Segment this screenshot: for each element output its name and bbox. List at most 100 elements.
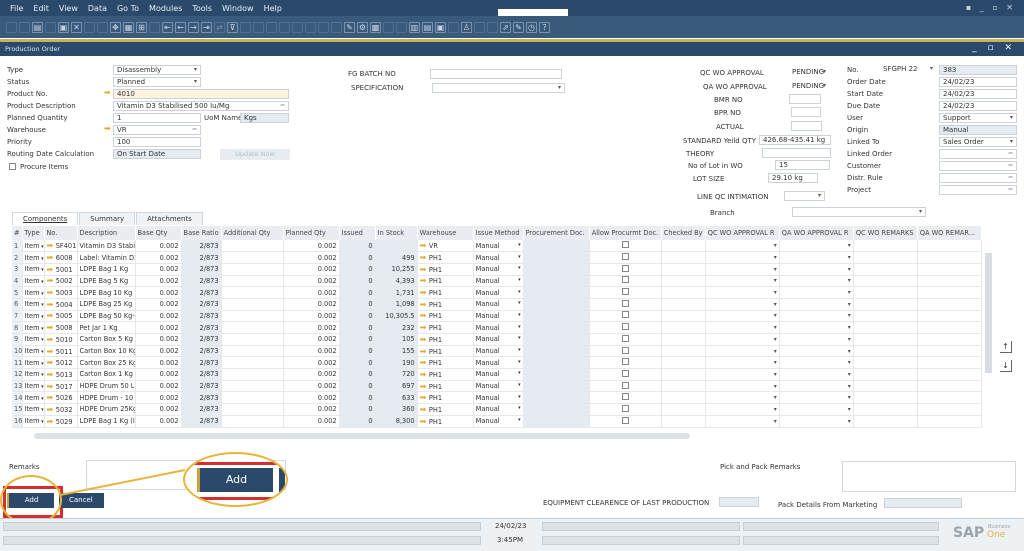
qc-remarks-cell[interactable]: [853, 310, 918, 323]
journal-icon[interactable]: [279, 21, 290, 33]
in-stock-cell[interactable]: 697: [375, 380, 418, 393]
user-select[interactable]: Support: [939, 113, 1017, 123]
linked-to-select[interactable]: Sales Order: [939, 137, 1017, 147]
qc-remarks-cell[interactable]: [853, 286, 918, 299]
allow-procurement-cell[interactable]: [589, 415, 662, 428]
in-stock-cell[interactable]: [375, 240, 418, 253]
description-cell[interactable]: Pet Jar 1 Kg: [77, 321, 136, 334]
type-cell[interactable]: Item ▾: [22, 380, 45, 393]
table-row[interactable]: 10 Item ▾ ➡ 5011 Carton Box 10 Kg 0.002 2/873…: [12, 345, 983, 358]
planned-qty-cell[interactable]: 0.002: [283, 368, 340, 381]
link-arrow-icon[interactable]: ➡: [104, 88, 111, 97]
qa-approval-cell[interactable]: ▾: [779, 333, 854, 346]
additional-qty-cell[interactable]: [221, 240, 284, 253]
line-qc-select[interactable]: [784, 191, 825, 201]
in-stock-cell[interactable]: 105: [375, 333, 418, 346]
additional-qty-cell[interactable]: [221, 310, 284, 323]
chevron-down-icon[interactable]: ▾: [518, 254, 521, 260]
linked-order-input[interactable]: [939, 149, 1017, 159]
type-cell[interactable]: Item ▾: [22, 321, 45, 334]
std-yield-input[interactable]: 426.68-435.41 kg: [759, 135, 831, 145]
query-icon[interactable]: ▣: [435, 21, 446, 33]
description-cell[interactable]: LDPE Bag 25 Kg: [77, 298, 136, 311]
additional-qty-cell[interactable]: [221, 321, 284, 334]
column-header[interactable]: In Stock: [375, 226, 418, 240]
chevron-down-icon[interactable]: ▾: [848, 359, 851, 366]
issued-cell[interactable]: 0: [339, 345, 376, 358]
additional-qty-cell[interactable]: [221, 286, 284, 299]
calendar-icon[interactable]: ▥: [409, 21, 420, 33]
chevron-down-icon[interactable]: ▾: [774, 383, 777, 390]
table-row[interactable]: 7 Item ▾ ➡ 5005 LDPE Bag 50 Kg- 0.002 2/873 0.…: [12, 310, 983, 323]
in-stock-cell[interactable]: 10,305.5: [375, 310, 418, 323]
start-date-input[interactable]: 24/02/23: [939, 89, 1017, 99]
base-ratio-cell[interactable]: 2/873: [181, 333, 222, 346]
qc-remarks-cell[interactable]: [853, 368, 918, 381]
checkbox[interactable]: [621, 299, 629, 307]
planned-qty-cell[interactable]: 0.002: [283, 298, 340, 311]
chevron-down-icon[interactable]: ▾: [774, 266, 777, 273]
qa-remarks-cell[interactable]: [917, 380, 983, 393]
chevron-down-icon[interactable]: ▾: [848, 406, 851, 413]
item-no-cell[interactable]: ➡ 5029: [44, 415, 78, 428]
sort-icon[interactable]: [240, 21, 251, 33]
checkbox[interactable]: [621, 369, 629, 377]
procurement-doc-cell[interactable]: [523, 286, 590, 299]
chevron-down-icon[interactable]: ▾: [774, 312, 777, 319]
filter-icon[interactable]: ⊽: [227, 21, 238, 33]
menu-view[interactable]: View: [59, 4, 78, 13]
description-cell[interactable]: LDPE Bag 10 Kg: [77, 286, 136, 299]
issued-cell[interactable]: 0: [339, 263, 376, 276]
qa-remarks-cell[interactable]: [917, 275, 983, 288]
procurement-doc-cell[interactable]: [523, 415, 590, 428]
table-row[interactable]: 12 Item ▾ ➡ 5013 Carton Box 1 Kg 0.002 2/873 0…: [12, 368, 983, 381]
description-cell[interactable]: HDPE Drum - 10: [77, 391, 136, 405]
issue-method-cell[interactable]: Manual ▾: [473, 321, 524, 334]
qa-approval-cell[interactable]: ▾: [779, 298, 854, 311]
planned-qty-input[interactable]: 1: [113, 113, 201, 123]
chevron-down-icon[interactable]: ▾: [774, 277, 777, 284]
word-icon[interactable]: [84, 21, 95, 33]
description-cell[interactable]: LDPE Bag 1 Kg: [77, 263, 136, 276]
qa-approval-cell[interactable]: ▾: [779, 403, 854, 416]
description-cell[interactable]: Carton Box 1 Kg: [77, 368, 136, 381]
description-cell[interactable]: Carton Box 5 Kg: [77, 333, 136, 346]
link-arrow-icon[interactable]: ➡: [420, 382, 429, 391]
allow-procurement-cell[interactable]: [589, 333, 662, 346]
qa-approval-cell[interactable]: ▾: [779, 356, 854, 370]
procurement-doc-cell[interactable]: [523, 321, 590, 334]
planned-qty-cell[interactable]: 0.002: [283, 263, 340, 276]
warehouse-cell[interactable]: ➡ PH1: [417, 275, 474, 288]
procurement-doc-cell[interactable]: [523, 380, 590, 393]
base-qty-cell[interactable]: 0.002: [135, 263, 182, 276]
issued-cell[interactable]: 0: [339, 251, 376, 264]
qc-wo-select[interactable]: PENDING: [789, 68, 829, 78]
warehouse-cell[interactable]: ➡ PH1: [417, 345, 474, 358]
base-ratio-cell[interactable]: 2/873: [181, 310, 222, 323]
edit-icon[interactable]: ✎: [344, 21, 355, 33]
type-cell[interactable]: Item ▾: [22, 368, 45, 381]
link-arrow-icon[interactable]: ➡: [420, 370, 429, 379]
chevron-down-icon[interactable]: ▾: [40, 349, 43, 355]
link-arrow-icon[interactable]: ➡: [47, 253, 56, 262]
chevron-down-icon[interactable]: ▾: [518, 359, 521, 365]
planned-qty-cell[interactable]: 0.002: [283, 333, 340, 346]
last-record-icon[interactable]: ⇥: [201, 21, 212, 33]
issued-cell[interactable]: 0: [339, 275, 376, 288]
qc-remarks-cell[interactable]: [853, 415, 918, 428]
pack-details-input[interactable]: [884, 498, 962, 508]
base-qty-cell[interactable]: 0.002: [135, 415, 182, 428]
procurement-doc-cell[interactable]: [523, 403, 590, 416]
chevron-down-icon[interactable]: ▾: [40, 337, 43, 343]
checkbox[interactable]: [621, 358, 629, 366]
issue-method-cell[interactable]: Manual ▾: [473, 391, 524, 405]
in-stock-cell[interactable]: 720: [375, 368, 418, 381]
chevron-down-icon[interactable]: ▾: [848, 289, 851, 296]
status-select[interactable]: Planned: [113, 77, 201, 87]
link-arrow-icon[interactable]: ➡: [47, 288, 56, 297]
chevron-down-icon[interactable]: ▾: [774, 301, 777, 308]
export-icon[interactable]: ▣: [58, 21, 69, 33]
base-qty-cell[interactable]: 0.002: [135, 403, 182, 416]
qa-remarks-cell[interactable]: [917, 345, 983, 358]
warehouse-cell[interactable]: ➡ PH1: [417, 368, 474, 381]
